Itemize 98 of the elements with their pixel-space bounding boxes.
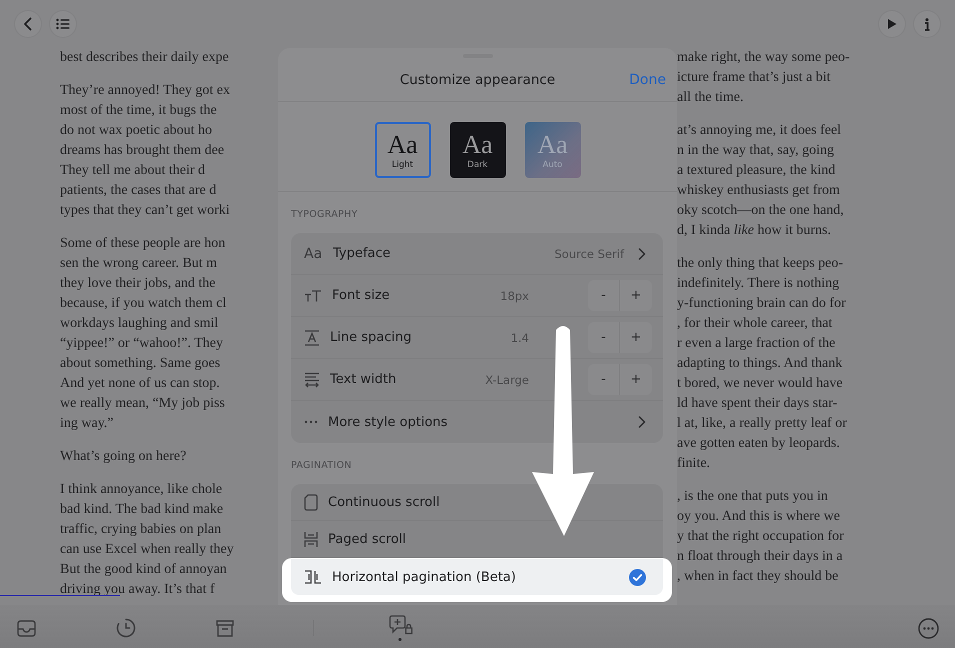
history-icon[interactable] — [116, 618, 136, 638]
setting-label: Text width — [330, 372, 398, 387]
book-text-line: dreams has brought them dee — [60, 142, 224, 160]
chat-lock-icon[interactable] — [389, 615, 413, 641]
book-text-line: indefinitely. There is nothing — [677, 275, 840, 293]
columns-icon — [304, 570, 322, 584]
info-button[interactable] — [914, 11, 940, 37]
chevron-right-icon[interactable] — [638, 416, 646, 428]
font-size-icon — [304, 290, 322, 302]
book-text-line: y that the right occupation for — [677, 528, 844, 546]
book-text-line: n float through their days in a — [677, 548, 843, 566]
book-text-line: driving you away. It’s that f — [60, 581, 215, 599]
book-text-line: d, I kinda like how it burns. — [677, 222, 831, 240]
increment-button[interactable]: + — [620, 322, 652, 353]
book-text-line: whiskey enthusiasts get from — [677, 182, 840, 200]
list-icon — [56, 18, 70, 30]
book-text-line: y-functioning brain can do for — [677, 295, 846, 313]
book-text-line: because, if you watch them cl — [60, 295, 226, 313]
book-text-line: finite. — [677, 455, 710, 473]
book-text-line: patients, the cases that are d — [60, 182, 216, 200]
book-text-line: They tell me about their d — [60, 162, 206, 180]
play-button[interactable] — [879, 11, 905, 37]
setting-value: 1.4 — [510, 330, 529, 344]
book-text-line: they love their jobs, and the — [60, 275, 216, 293]
typeface-icon: Aa — [304, 246, 324, 262]
book-text-line: , for their whole career, that — [677, 315, 832, 333]
book-text-line: most of the time, it bugs the — [60, 102, 217, 120]
book-text-line: r even a large fraction of the — [677, 335, 836, 353]
book-text-line: l at, like, a really pretty leaf or — [677, 415, 847, 433]
book-text-line: I think annoyance, like chole — [60, 481, 222, 499]
text-width-icon — [304, 372, 320, 388]
archive-box-icon[interactable] — [216, 620, 234, 636]
book-text-line: ing way.” — [60, 415, 114, 433]
book-text-line: oky scotch—on the one hand, — [677, 202, 844, 220]
book-text-line: about something. Same goes — [60, 355, 220, 373]
book-text-line: a textured pleasure, the kind — [677, 162, 836, 180]
increment-button[interactable]: + — [620, 364, 652, 395]
book-text-line: we really mean, “My job piss — [60, 395, 225, 413]
book-text-line: can use Excel when really they — [60, 541, 234, 559]
book-text-line: But the good kind of annoyan — [60, 561, 227, 579]
book-text-line: types that they can’t get worki — [60, 202, 230, 220]
book-text-line: Some of these people are hon — [60, 235, 226, 253]
back-button[interactable] — [15, 11, 41, 37]
more-options-icon[interactable] — [918, 618, 939, 638]
decrement-button[interactable]: - — [588, 280, 620, 311]
book-text-line: What’s going on here? — [60, 448, 186, 466]
book-text-line: traffic, crying babies on plan — [60, 521, 222, 539]
more-dots-icon — [304, 420, 318, 424]
play-icon — [887, 18, 897, 30]
increment-button[interactable]: + — [620, 280, 652, 311]
book-text-line: oy you. And this is where we — [677, 508, 840, 526]
theme-option[interactable]: Aa Auto — [524, 122, 580, 178]
decrement-button[interactable]: - — [588, 322, 620, 353]
info-icon — [924, 18, 930, 30]
line-spacing-icon — [304, 330, 320, 346]
setting-value: 18px — [500, 288, 529, 302]
stacked-pages-icon — [304, 530, 318, 548]
contents-button[interactable] — [50, 11, 76, 37]
section-heading: PAGINATION — [290, 459, 353, 473]
book-text-line: at’s annoying me, it does feel — [677, 122, 842, 140]
book-text-line: , is the one that puts you in — [677, 488, 828, 506]
book-text-line: bad kind. The bad kind make — [60, 501, 224, 519]
setting-value: X-Large — [485, 372, 529, 386]
book-text-line: the only thing that keeps peo- — [677, 255, 844, 273]
checkmark-icon — [629, 568, 646, 586]
book-text-line: sen the wrong career. But m — [60, 255, 218, 273]
book-text-line: adapting to things. And thank — [677, 355, 842, 373]
chevron-right-icon[interactable] — [638, 248, 646, 260]
book-text-line: , when in fact they should be — [677, 568, 838, 586]
chevron-left-icon — [23, 17, 33, 31]
book-text-line: best describes their daily expe — [60, 49, 229, 67]
book-text-line: ld have spent their days star- — [677, 395, 838, 413]
book-text-line: And yet none of us can stop. — [60, 375, 220, 393]
book-text-line: make right, the way some peo- — [677, 49, 850, 67]
panel-title: Customize appearance — [400, 72, 556, 88]
book-text-line: “yippee!” or “wahoo!”. They — [60, 335, 223, 353]
theme-option[interactable]: Aa Light — [374, 122, 430, 178]
book-text-line: workdays laughing and smil — [60, 315, 218, 333]
inbox-icon[interactable] — [17, 620, 36, 636]
setting-label: Font size — [332, 288, 391, 303]
book-text-line: do not wax poetic about ho — [60, 122, 212, 140]
pagination-option[interactable]: Horizontal pagination (Beta) — [291, 559, 663, 595]
book-text-line: icture frame that’s just a bit — [677, 69, 831, 87]
pagination-option[interactable]: Continuous scroll — [291, 484, 663, 520]
setting-label: More style options — [328, 414, 449, 430]
book-text-line: all the time. — [677, 89, 744, 107]
theme-option[interactable]: Aa Dark — [450, 122, 506, 178]
setting-value: Source Serif — [554, 246, 624, 260]
section-heading: TYPOGRAPHY — [290, 208, 359, 222]
book-text-line: ave gotten eaten by leopards. — [677, 435, 840, 453]
pagination-option[interactable]: Paged scroll — [291, 521, 663, 557]
decrement-button[interactable]: - — [588, 364, 620, 395]
setting-label: Line spacing — [330, 330, 412, 345]
book-text-line: t bored, we never would have — [677, 375, 843, 393]
book-text-line: They’re annoyed! They got ex — [60, 82, 230, 100]
book-text-line: n in the way that, say, going — [677, 142, 834, 160]
setting-label: Typeface — [333, 246, 392, 261]
page-icon — [304, 494, 318, 510]
